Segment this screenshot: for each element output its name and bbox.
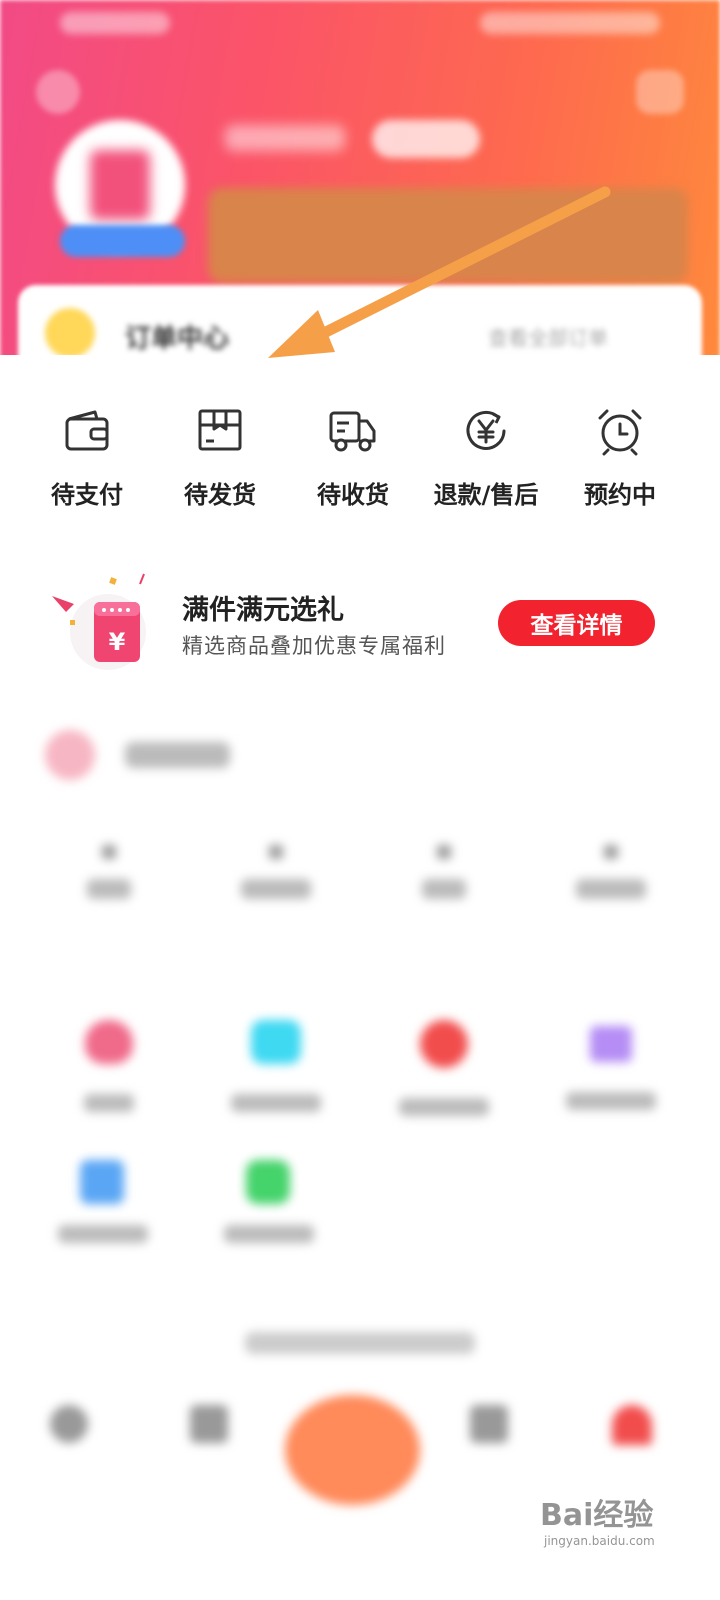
refund-yen-icon bbox=[466, 410, 506, 450]
order-status-refund-aftersale[interactable]: 退款/售后 bbox=[421, 405, 551, 510]
order-status-label: 退款/售后 bbox=[433, 481, 539, 509]
order-status-label: 待支付 bbox=[51, 481, 123, 509]
watermark-brand: Bai经验 bbox=[540, 1498, 654, 1533]
service-label-6 bbox=[224, 1225, 314, 1243]
level-pill[interactable] bbox=[372, 120, 480, 158]
gift-promo-subtitle: 精选商品叠加优惠专属福利 bbox=[182, 634, 446, 658]
order-center-title: 订单中心 bbox=[125, 324, 230, 354]
order-status-pending-shipment[interactable]: 待发货 bbox=[155, 405, 285, 510]
service-icon-6 bbox=[246, 1160, 290, 1204]
vip-promo-card[interactable] bbox=[208, 188, 688, 283]
service-grid-row-1 bbox=[25, 1020, 695, 1116]
message-icon[interactable] bbox=[636, 70, 684, 114]
footer-caption bbox=[245, 1332, 475, 1354]
service-icon-5 bbox=[80, 1160, 124, 1204]
order-center-icon bbox=[45, 308, 95, 358]
package-icon bbox=[198, 409, 242, 451]
watermark: Bai经验 jingyan.baidu.com bbox=[540, 1490, 655, 1548]
wallet-icon bbox=[65, 410, 109, 451]
order-status-in-transit[interactable]: 待收货 bbox=[288, 405, 418, 510]
status-bar bbox=[60, 12, 660, 38]
view-details-button[interactable]: 查看详情 bbox=[498, 600, 655, 646]
gift-coupon-icon: ¥ bbox=[52, 573, 146, 670]
section-icon bbox=[45, 730, 95, 780]
settings-icon[interactable] bbox=[36, 70, 80, 114]
section-title bbox=[125, 742, 230, 768]
gift-promo-title: 满件满元选礼 bbox=[182, 595, 344, 626]
stats-row bbox=[25, 845, 695, 899]
watermark-url: jingyan.baidu.com bbox=[544, 1534, 655, 1548]
delivery-truck-icon bbox=[329, 411, 376, 452]
order-status-label: 待发货 bbox=[184, 481, 256, 509]
member-badge[interactable] bbox=[60, 225, 185, 257]
bottom-navigation bbox=[0, 1375, 720, 1505]
username bbox=[225, 125, 345, 151]
alarm-clock-icon bbox=[598, 409, 642, 456]
view-all-orders-link[interactable]: 查看全部订单 bbox=[488, 322, 608, 351]
order-status-pending-payment[interactable]: 待支付 bbox=[22, 405, 152, 510]
avatar-image bbox=[90, 150, 150, 220]
service-label-5 bbox=[58, 1225, 148, 1243]
svg-text:¥: ¥ bbox=[109, 628, 126, 656]
order-status-reserved[interactable]: 预约中 bbox=[555, 405, 685, 510]
order-status-label: 预约中 bbox=[584, 481, 656, 509]
order-status-label: 待收货 bbox=[317, 481, 389, 509]
